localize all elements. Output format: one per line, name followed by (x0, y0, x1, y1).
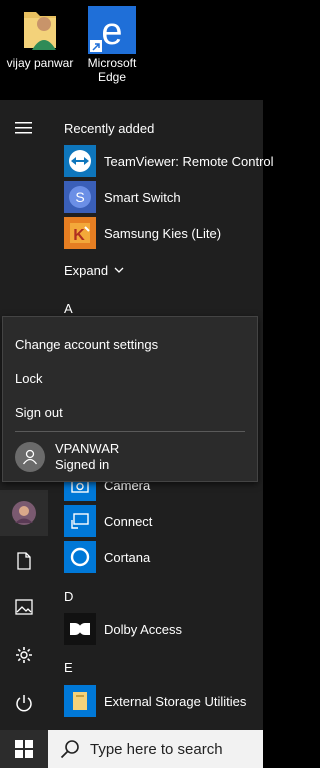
app-samsung-kies[interactable]: K Samsung Kies (Lite) (64, 215, 264, 251)
external-storage-icon (64, 685, 96, 717)
avatar (12, 501, 36, 525)
pictures-button[interactable] (0, 584, 48, 630)
change-account-settings-item[interactable]: Change account settings (15, 337, 158, 352)
search-placeholder: Type here to search (90, 740, 223, 758)
svg-text:e: e (101, 11, 122, 53)
search-box[interactable]: Type here to search (48, 730, 263, 768)
desktop-icon-label: vijay panwar (6, 56, 74, 70)
desktop-icon-label: Microsoft Edge (87, 56, 137, 84)
recently-added-header: Recently added (64, 121, 155, 136)
hamburger-menu-button[interactable] (0, 105, 48, 151)
app-teamviewer[interactable]: TeamViewer: Remote Control (64, 143, 274, 179)
connect-icon (64, 505, 96, 537)
search-icon (60, 740, 79, 759)
user-folder-icon (16, 4, 64, 54)
section-letter-label: E (64, 660, 73, 675)
hamburger-icon (15, 122, 32, 134)
power-button[interactable] (0, 680, 48, 726)
user-avatar-icon (15, 442, 45, 472)
chevron-down-icon (114, 267, 124, 273)
account-flyout: Change account settings Lock Sign out VP… (2, 316, 258, 482)
flyout-divider (15, 431, 245, 432)
section-letter-d[interactable]: D (64, 589, 73, 604)
app-name: Dolby Access (104, 621, 183, 637)
flyout-user[interactable]: VPANWAR Signed in (15, 441, 119, 473)
desktop: vijay panwar e Microsoft Edge (0, 0, 263, 100)
dolby-icon (64, 613, 96, 645)
svg-text:K: K (73, 227, 85, 244)
user-account-button[interactable] (0, 490, 48, 536)
taskbar: Type here to search (0, 730, 263, 768)
app-name: Samsung Kies (Lite) (104, 225, 222, 241)
section-letter-a[interactable]: A (64, 301, 73, 316)
teamviewer-icon (64, 145, 96, 177)
cortana-icon (64, 541, 96, 573)
document-icon (17, 552, 31, 570)
app-name: TeamViewer: Remote Control (104, 153, 274, 169)
app-name: External Storage Utilities (104, 693, 247, 709)
app-connect[interactable]: Connect (64, 503, 264, 539)
svg-text:S: S (75, 189, 84, 205)
flyout-user-name: VPANWAR (55, 441, 120, 456)
power-icon (16, 695, 32, 712)
smart-switch-icon: S (64, 181, 96, 213)
app-dolby-access[interactable]: Dolby Access (64, 611, 264, 647)
windows-logo-icon (15, 740, 33, 758)
flyout-user-status: Signed in (55, 457, 110, 472)
expand-button[interactable]: Expand (64, 252, 144, 288)
section-letter-label: A (64, 301, 73, 316)
section-letter-label: D (64, 589, 74, 604)
settings-button[interactable] (0, 632, 48, 678)
edge-icon: e (88, 4, 136, 54)
sign-out-item[interactable]: Sign out (15, 405, 63, 420)
desktop-icon-edge[interactable]: e Microsoft Edge (72, 4, 152, 84)
documents-button[interactable] (0, 538, 48, 584)
expand-label: Expand (64, 262, 109, 278)
app-cortana[interactable]: Cortana (64, 539, 264, 575)
desktop-icon-user-folder[interactable]: vijay panwar (0, 4, 80, 70)
app-external-storage-utilities[interactable]: External Storage Utilities (64, 683, 264, 719)
app-smart-switch[interactable]: S Smart Switch (64, 179, 264, 215)
start-button[interactable] (0, 730, 48, 768)
app-name: Cortana (104, 549, 151, 565)
app-name: Smart Switch (104, 189, 181, 205)
section-letter-e[interactable]: E (64, 660, 73, 675)
app-name: Connect (104, 513, 153, 529)
lock-item[interactable]: Lock (15, 371, 42, 386)
gear-icon (16, 647, 32, 663)
picture-icon (15, 599, 33, 615)
samsung-kies-icon: K (64, 217, 96, 249)
